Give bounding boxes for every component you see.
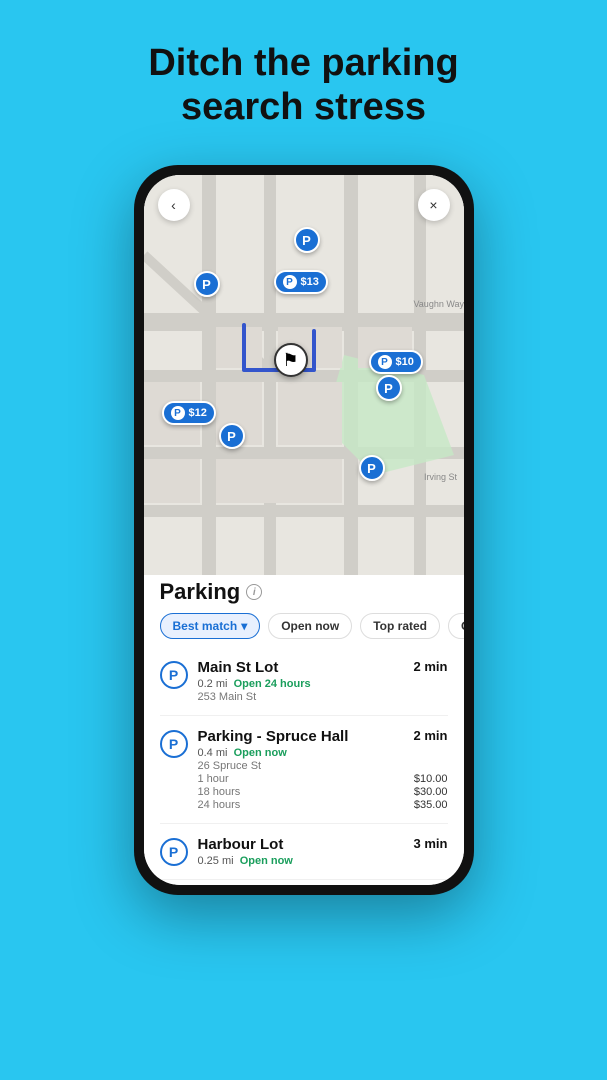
parking-pin-12[interactable]: P $12 xyxy=(162,401,216,425)
parking-pin-1[interactable]: P xyxy=(294,227,320,253)
parking-list: P Main St Lot 2 min 0.2 mi Open 24 hours… xyxy=(144,647,464,885)
parking-item[interactable]: P Main St Lot 2 min 0.2 mi Open 24 hours… xyxy=(160,647,448,716)
sheet-header: Parking i xyxy=(144,575,464,613)
parking-lot-icon: P xyxy=(160,730,188,758)
pricing-row: 1 hour $10.00 xyxy=(198,773,448,785)
parking-lot-address: 253 Main St xyxy=(198,691,448,703)
destination-pin: ⚑ xyxy=(274,343,308,377)
parking-pin-priced[interactable]: P $13 xyxy=(274,270,328,294)
filter-best-match[interactable]: Best match ▾ xyxy=(160,613,261,639)
parking-lot-distance: 0.4 mi Open now xyxy=(198,747,448,759)
open-status: Open now xyxy=(240,855,293,867)
open-status: Open 24 hours xyxy=(234,678,311,690)
parking-lot-distance: 0.2 mi Open 24 hours xyxy=(198,678,448,690)
filter-open-now[interactable]: Open now xyxy=(268,613,352,639)
parking-item[interactable]: P Harbour Lot 3 min 0.25 mi Open now xyxy=(160,824,448,880)
parking-pin-4[interactable]: P xyxy=(219,423,245,449)
parking-lot-info: Parking - Spruce Hall 2 min 0.4 mi Open … xyxy=(198,728,448,811)
phone-frame: Vaughn Way Irving St ‹ × P $13 P $10 P $… xyxy=(134,165,474,895)
parking-lot-info: Main St Lot 2 min 0.2 mi Open 24 hours 2… xyxy=(198,659,448,703)
svg-text:Irving St: Irving St xyxy=(424,472,458,482)
parking-pin-10[interactable]: P $10 xyxy=(369,350,423,374)
info-icon[interactable]: i xyxy=(246,584,262,600)
parking-lot-name: Parking - Spruce Hall xyxy=(198,728,349,745)
filter-onsite[interactable]: Onsite xyxy=(448,613,464,639)
back-button[interactable]: ‹ xyxy=(158,189,190,221)
parking-lot-info: Harbour Lot 3 min 0.25 mi Open now xyxy=(198,836,448,867)
open-status: Open now xyxy=(234,747,287,759)
parking-name-row: Harbour Lot 3 min xyxy=(198,836,448,853)
filter-tabs: Best match ▾ Open now Top rated Onsite xyxy=(144,613,464,647)
pricing-row: 24 hours $35.00 xyxy=(198,799,448,811)
parking-name-row: Main St Lot 2 min xyxy=(198,659,448,676)
parking-name-row: Parking - Spruce Hall 2 min xyxy=(198,728,448,745)
parking-lot-icon: P xyxy=(160,661,188,689)
parking-lot-name: Main St Lot xyxy=(198,659,279,676)
parking-item[interactable]: P Parking - Spruce Hall 2 min 0.4 mi Ope… xyxy=(160,716,448,824)
sheet-title: Parking xyxy=(160,579,241,605)
parking-lot-name: Harbour Lot xyxy=(198,836,284,853)
parking-pin-5[interactable]: P xyxy=(359,455,385,481)
page-headline: Ditch the parking search stress xyxy=(114,42,494,129)
parking-lot-icon: P xyxy=(160,838,188,866)
parking-lot-time: 2 min xyxy=(414,659,448,674)
parking-lot-distance: 0.25 mi Open now xyxy=(198,855,448,867)
close-button[interactable]: × xyxy=(418,189,450,221)
pricing-row: 18 hours $30.00 xyxy=(198,786,448,798)
phone-screen: Vaughn Way Irving St ‹ × P $13 P $10 P $… xyxy=(144,175,464,885)
filter-top-rated[interactable]: Top rated xyxy=(360,613,440,639)
map-area: Vaughn Way Irving St ‹ × P $13 P $10 P $… xyxy=(144,175,464,575)
parking-pin-2[interactable]: P xyxy=(194,271,220,297)
bottom-sheet: Parking i Best match ▾ Open now Top rate… xyxy=(144,575,464,885)
svg-text:Vaughn Way: Vaughn Way xyxy=(413,299,464,309)
parking-lot-address: 26 Spruce St xyxy=(198,760,448,772)
parking-lot-time: 3 min xyxy=(414,836,448,851)
parking-lot-time: 2 min xyxy=(414,728,448,743)
parking-pin-3[interactable]: P xyxy=(376,375,402,401)
